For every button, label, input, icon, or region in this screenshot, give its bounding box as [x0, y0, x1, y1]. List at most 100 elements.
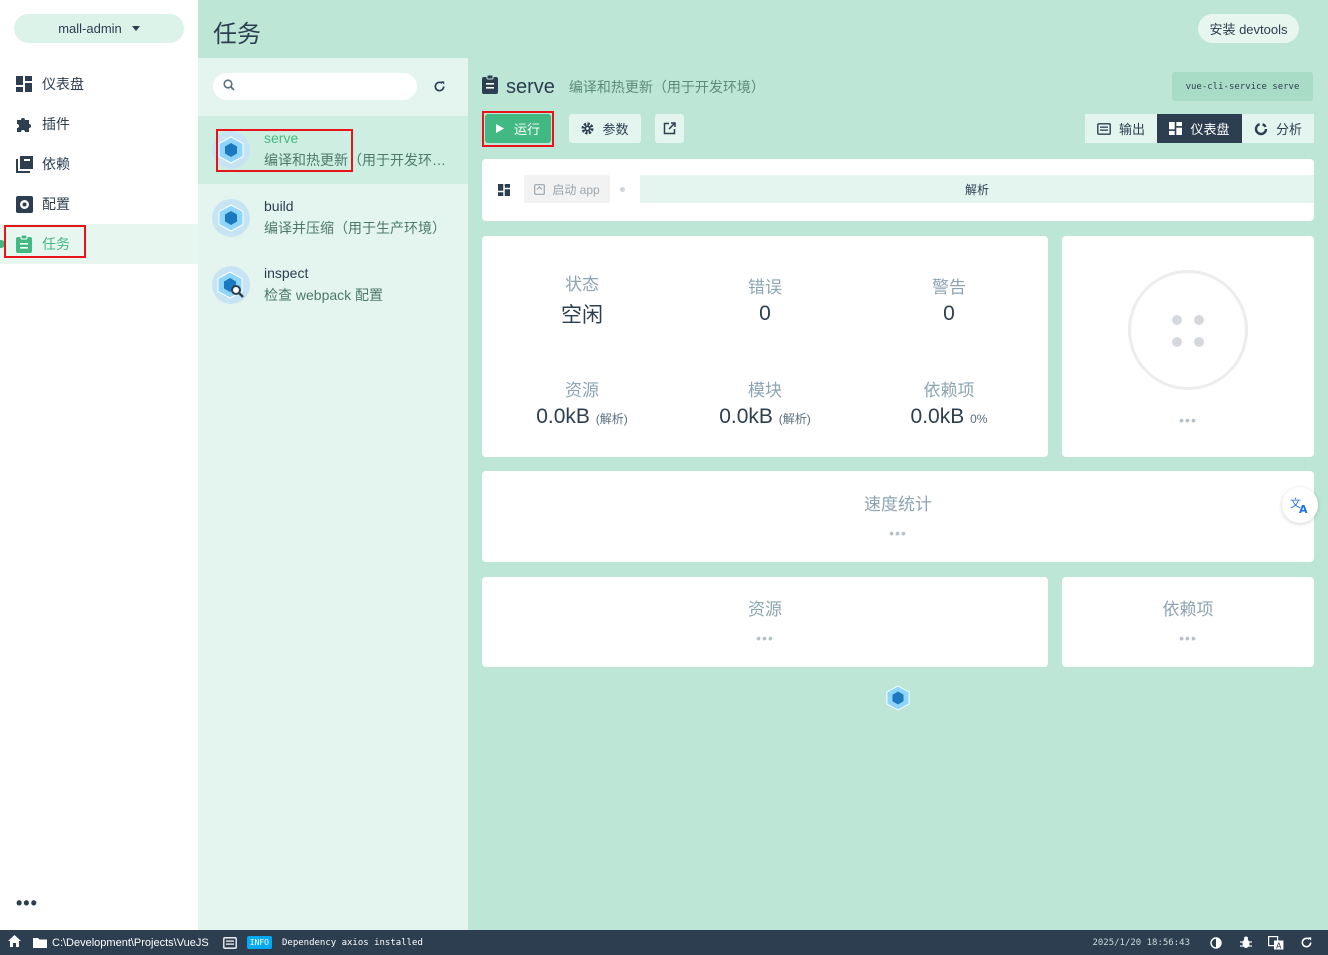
log-level-badge: INFO — [246, 936, 272, 949]
section-title: 依赖项 — [1162, 600, 1214, 619]
language-icon[interactable]: A — [1268, 935, 1284, 951]
section-title: 速度统计 — [864, 495, 932, 514]
search-icon — [223, 78, 235, 96]
task-item-inspect[interactable]: inspect 检查 webpack 配置 — [198, 251, 468, 319]
stat-label: 状态 — [565, 275, 599, 294]
sidebar: mall-admin 仪表盘 插件 依赖 配置 任务 ••• — [0, 0, 198, 930]
task-name: serve — [264, 130, 299, 146]
stat-value: 0 — [759, 302, 771, 325]
open-external-button[interactable] — [655, 114, 684, 143]
sidebar-item-dashboard[interactable]: 仪表盘 — [0, 64, 198, 104]
task-title: serve — [506, 75, 555, 98]
params-label: 参数 — [602, 122, 629, 137]
stat-value: 0.0kB — [536, 405, 590, 428]
project-name: mall-admin — [58, 21, 122, 36]
loading-dots: ••• — [1179, 630, 1197, 646]
stats-card: 状态 空闲 错误 0 警告 0 资源 0.0kB (解析) 模块 0.0kB (… — [482, 236, 1048, 457]
log-message: Dependency axios installed — [281, 937, 423, 948]
sidebar-item-label: 插件 — [42, 116, 70, 132]
status-dots: ••• — [1179, 412, 1197, 428]
tab-dashboard[interactable]: 仪表盘 — [1157, 114, 1242, 143]
task-item-build[interactable]: build 编译并压缩（用于生产环境） — [198, 184, 468, 252]
stat-note: (解析) — [778, 412, 811, 426]
library-icon — [15, 155, 33, 173]
stat-value: 0.0kB — [910, 405, 965, 428]
log-entry[interactable]: INFO Dependency axios installed — [222, 936, 423, 949]
console-icon — [222, 936, 237, 949]
task-list-panel: serve 编译和热更新（用于开发环境） build 编译并压缩（用于生产环境）… — [198, 58, 468, 930]
open-in-new-icon — [663, 122, 676, 135]
project-path[interactable]: C:\Development\Projects\VueJS — [33, 937, 209, 949]
command-badge: vue-cli-service serve — [1172, 72, 1313, 101]
status-bar-right: 2025/1/20 18:56:43 A — [1092, 930, 1328, 955]
task-item-serve[interactable]: serve 编译和热更新（用于开发环境） — [198, 116, 468, 184]
task-subtitle: 编译和热更新（用于开发环境） — [568, 79, 765, 95]
donut-chart-icon — [1254, 122, 1268, 135]
svg-text:A: A — [1276, 941, 1282, 950]
progress-steps: 启动 app 解析 — [482, 159, 1314, 221]
more-menu-button[interactable]: ••• — [16, 893, 38, 914]
refresh-icon[interactable] — [1298, 935, 1314, 951]
stat-label: 警告 — [932, 278, 966, 297]
status-datetime: 2025/1/20 18:56:43 — [1092, 937, 1190, 948]
project-selector[interactable]: mall-admin — [14, 14, 184, 43]
sidebar-nav: 仪表盘 插件 依赖 配置 任务 — [0, 64, 198, 264]
stat-note: 0% — [970, 412, 988, 426]
dashboard-icon — [1169, 122, 1183, 135]
translate-icon[interactable]: 文A — [1282, 487, 1318, 523]
theme-toggle-icon[interactable] — [1208, 935, 1224, 951]
stat-label: 依赖项 — [923, 381, 975, 400]
home-icon[interactable] — [8, 935, 21, 950]
clipboard-icon — [15, 235, 33, 253]
app-window-icon — [534, 183, 546, 195]
sidebar-item-dependencies[interactable]: 依赖 — [0, 144, 198, 184]
stat-status: 状态 空闲 — [488, 270, 676, 329]
params-button[interactable]: 参数 — [569, 114, 641, 143]
dashboard-icon — [15, 75, 33, 93]
task-description: 编译和热更新（用于开发环境） — [264, 152, 448, 168]
webpack-icon — [212, 199, 250, 237]
clipboard-icon — [482, 74, 498, 99]
loading-dots: ••• — [889, 525, 907, 541]
run-button[interactable]: 运行 — [485, 114, 551, 143]
step-parse: 解析 — [640, 175, 1314, 203]
stat-label: 错误 — [748, 278, 782, 297]
sidebar-item-label: 任务 — [42, 236, 70, 252]
stat-label: 资源 — [565, 381, 599, 400]
step-start-label: 启动 app — [552, 182, 600, 197]
stat-assets: 资源 0.0kB (解析) — [488, 376, 676, 429]
idle-face-icon — [1128, 270, 1248, 390]
stat-modules: 模块 0.0kB (解析) — [671, 376, 859, 429]
sidebar-item-tasks[interactable]: 任务 — [0, 224, 198, 264]
tab-analyze[interactable]: 分析 — [1242, 114, 1314, 143]
sidebar-item-label: 依赖 — [42, 156, 70, 172]
puzzle-icon — [15, 115, 33, 133]
assets-card: 资源 ••• — [482, 577, 1048, 667]
run-label: 运行 — [513, 122, 540, 137]
search-input[interactable] — [241, 79, 401, 94]
refresh-icon[interactable] — [430, 77, 448, 95]
tab-output[interactable]: 输出 — [1085, 114, 1157, 143]
webpack-inspect-icon — [212, 266, 250, 304]
sidebar-item-plugins[interactable]: 插件 — [0, 104, 198, 144]
status-card: ••• — [1062, 236, 1314, 457]
settings-icon — [15, 195, 33, 213]
task-search[interactable] — [213, 73, 417, 100]
sidebar-item-config[interactable]: 配置 — [0, 184, 198, 224]
task-description: 编译并压缩（用于生产环境） — [264, 220, 446, 236]
stat-note: (解析) — [595, 412, 628, 426]
stat-warnings: 警告 0 — [855, 273, 1043, 326]
sidebar-item-label: 仪表盘 — [42, 76, 84, 92]
stat-value: 0.0kB — [719, 405, 773, 428]
tab-output-label: 输出 — [1118, 122, 1145, 137]
terminal-icon — [1097, 122, 1111, 135]
project-path-text: C:\Development\Projects\VueJS — [52, 936, 209, 949]
speed-stats-card: 速度统计 ••• — [482, 471, 1314, 562]
bug-icon[interactable] — [1238, 935, 1254, 951]
dashboard-icon — [498, 183, 510, 201]
stat-value: 0 — [943, 302, 955, 325]
tab-analyze-label: 分析 — [1275, 122, 1302, 137]
install-devtools-button[interactable]: 安装 devtools — [1198, 14, 1299, 43]
step-separator — [620, 187, 625, 192]
webpack-icon — [212, 131, 250, 169]
